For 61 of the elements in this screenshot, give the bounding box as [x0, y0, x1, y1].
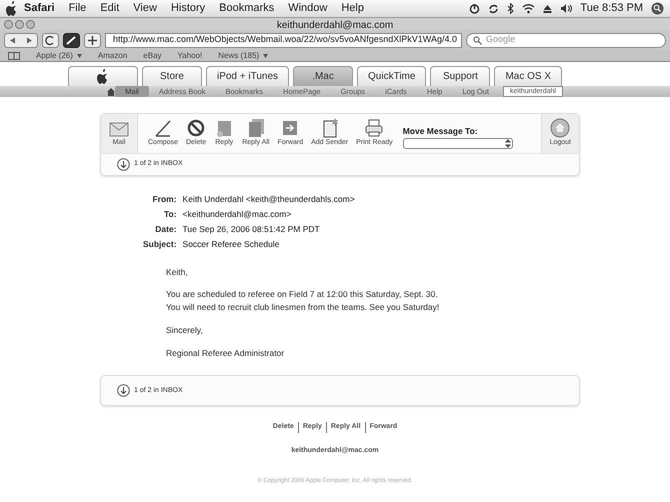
- bookmark-link[interactable]: Apple (26): [36, 50, 82, 62]
- stepper-icon: [504, 138, 512, 148]
- eject-icon[interactable]: [543, 3, 552, 14]
- menu-clock[interactable]: Tue 8:53 PM: [580, 0, 643, 17]
- plus-icon[interactable]: [84, 32, 101, 48]
- search-icon: [473, 36, 482, 44]
- site-tab[interactable]: Mac OS X: [494, 66, 562, 86]
- header-label: Subject:: [142, 238, 178, 251]
- folder-select[interactable]: [402, 138, 513, 148]
- menu-item[interactable]: View: [126, 0, 164, 17]
- window-zoom-button[interactable]: [26, 20, 35, 29]
- site-tab[interactable]: QuickTime: [357, 66, 426, 86]
- dashboard-icon[interactable]: [63, 32, 80, 48]
- bluetooth-icon[interactable]: [507, 3, 514, 14]
- header-label: Date:: [154, 222, 178, 236]
- address-field[interactable]: http://www.mac.com/WebObjects/Webmail.woa/22/wo/sv5voANfgesndXlPkV1WAg/4.0: [105, 32, 462, 48]
- bookmark-link[interactable]: eBay: [143, 50, 162, 62]
- message-paragraph: Regional Referee Administrator: [166, 346, 286, 360]
- site-tab[interactable]: Support: [430, 66, 490, 86]
- menu-item[interactable]: Edit: [93, 0, 126, 17]
- move-label: Move Message To:: [402, 124, 479, 138]
- reload-icon[interactable]: [42, 32, 59, 48]
- header-value: <keithunderdahl@mac.com>: [182, 208, 292, 220]
- header-label: From:: [151, 192, 178, 206]
- printer-icon: [364, 118, 384, 138]
- header-value: Soccer Referee Schedule: [182, 238, 280, 250]
- book-icon[interactable]: [8, 52, 20, 60]
- message-paragraph: You are scheduled to referee on Field 7 at 12:00 this Saturday, Sept. 30. You will need to recruit club linesmen from the teams. See you Saturday!: [166, 288, 440, 314]
- back-forward-icon[interactable]: [4, 32, 38, 48]
- menu-item[interactable]: File: [62, 0, 94, 17]
- pen-icon: [152, 118, 173, 138]
- bookmark-link[interactable]: Yahoo!: [178, 50, 202, 62]
- site-tab[interactable]: iPod + iTunes: [206, 66, 290, 86]
- bookmark-link[interactable]: Amazon: [98, 50, 128, 62]
- menu-item[interactable]: Bookmarks: [212, 0, 282, 17]
- wifi-icon[interactable]: [522, 3, 536, 14]
- window-title: keithunderdahl@mac.com: [276, 20, 394, 31]
- window-minimize-button[interactable]: [15, 20, 24, 29]
- bookmark-link[interactable]: News (185): [218, 50, 268, 62]
- site-tab[interactable]: Store: [142, 66, 202, 86]
- menu-item[interactable]: Window: [281, 0, 334, 17]
- message-paragraph: Keith,: [166, 266, 189, 278]
- header-value: Keith Underdahl <keith@theunderdahls.com>: [182, 192, 356, 206]
- header-label: To:: [162, 208, 178, 220]
- window-close-button[interactable]: [4, 20, 13, 29]
- sync-icon[interactable]: [488, 3, 500, 14]
- apple-logo-icon[interactable]: [6, 1, 17, 16]
- message-paragraph: Sincerely,: [166, 324, 204, 336]
- apple-logo-icon: [97, 69, 108, 84]
- prohibition-icon: [186, 118, 206, 138]
- power-icon[interactable]: [469, 3, 480, 14]
- menu-item[interactable]: Help: [334, 0, 371, 17]
- caret-icon: [263, 54, 268, 58]
- caret-icon: [76, 54, 82, 58]
- speaker-icon[interactable]: [560, 3, 572, 14]
- site-tab[interactable]: .Mac: [293, 66, 354, 86]
- menu-item[interactable]: Safari: [17, 0, 62, 17]
- menu-item[interactable]: History: [164, 0, 212, 17]
- header-value: Tue Sep 26, 2006 08:51:42 PM PDT: [182, 222, 321, 236]
- search-icon[interactable]: [651, 2, 664, 15]
- site-tab[interactable]: [68, 66, 138, 86]
